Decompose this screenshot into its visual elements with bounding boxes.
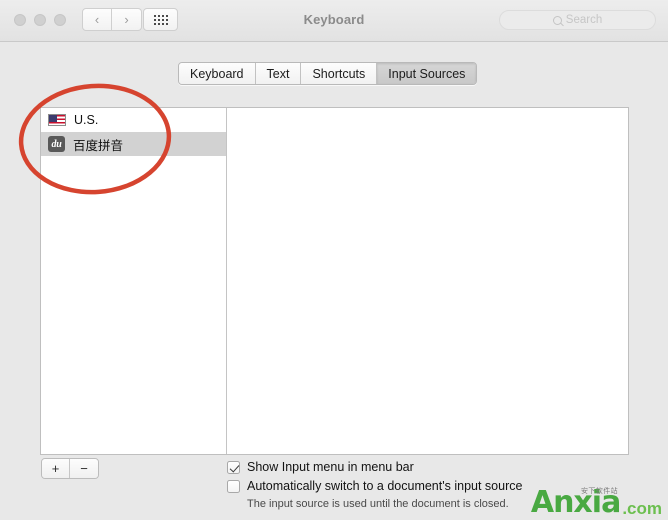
plus-icon: +	[52, 461, 60, 476]
tab-label: Input Sources	[388, 67, 465, 81]
show-input-menu-label: Show Input menu in menu bar	[247, 460, 414, 474]
search-icon	[553, 16, 562, 25]
window-titlebar: ‹ › Keyboard Search	[0, 0, 668, 42]
watermark-cn-text: 安下软件站	[581, 486, 618, 496]
list-item-us[interactable]: U.S.	[41, 108, 226, 132]
input-sources-panel: U.S. du 百度拼音	[40, 107, 629, 455]
preferences-window: ‹ › Keyboard Search Keyboard Text Shortc…	[0, 0, 668, 520]
tab-label: Shortcuts	[312, 67, 365, 81]
tab-keyboard[interactable]: Keyboard	[179, 63, 256, 84]
baidu-du-icon: du	[48, 136, 65, 152]
remove-input-source-button[interactable]: −	[70, 459, 98, 478]
list-item-label: 百度拼音	[73, 135, 123, 154]
search-placeholder: Search	[566, 14, 602, 26]
show-input-menu-row[interactable]: Show Input menu in menu bar	[227, 460, 647, 474]
list-item-baidu-pinyin[interactable]: du 百度拼音	[41, 132, 226, 156]
add-input-source-button[interactable]: +	[42, 459, 70, 478]
watermark-tld: .com	[622, 500, 662, 517]
tab-label: Keyboard	[190, 67, 244, 81]
us-flag-icon	[48, 114, 66, 126]
auto-switch-label: Automatically switch to a document's inp…	[247, 479, 522, 493]
tab-input-sources[interactable]: Input Sources	[377, 63, 476, 84]
auto-switch-checkbox[interactable]	[227, 480, 240, 493]
tab-text[interactable]: Text	[256, 63, 302, 84]
minus-icon: −	[80, 461, 88, 476]
tab-label: Text	[267, 67, 290, 81]
input-source-detail-pane	[227, 108, 628, 454]
search-input[interactable]: Search	[499, 10, 656, 30]
list-add-remove-controls: + −	[41, 458, 99, 479]
tab-shortcuts[interactable]: Shortcuts	[301, 63, 377, 84]
list-item-label: U.S.	[74, 113, 98, 127]
input-source-list[interactable]: U.S. du 百度拼音	[41, 108, 227, 454]
tab-bar: Keyboard Text Shortcuts Input Sources	[178, 62, 477, 85]
site-watermark: Anxia .com 安下软件站	[531, 488, 662, 518]
show-input-menu-checkbox[interactable]	[227, 461, 240, 474]
